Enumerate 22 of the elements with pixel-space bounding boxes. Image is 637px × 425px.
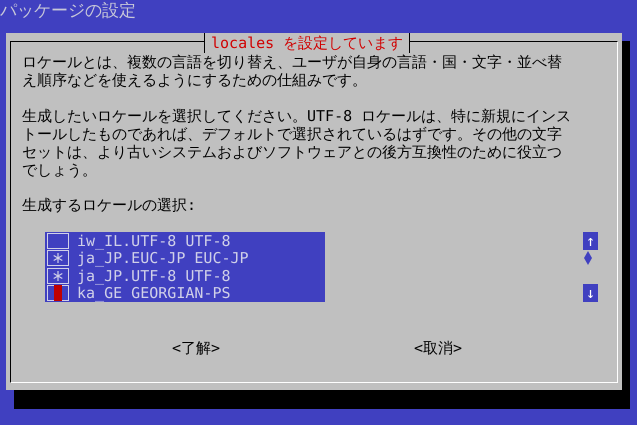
description-paragraph: 生成したいロケールを選択してください。UTF-8 ロケールは、特に新規にインス トールしたものであれば、デフォルトで選択されているはずです。その他の文字 セットは、より古いシステムおよびソフトウェアとの後方互換性のために役立つ でしょう。 [22,107,572,179]
description-paragraph: ロケールとは、複数の言語を切り替え、ユーザが自身の言語・国・文字・並べ替 え順序などを使えるようにするための仕組みです。 [22,53,563,89]
dialog-title: locales を設定しています [204,33,410,53]
checkbox[interactable] [47,250,69,266]
checkbox[interactable] [47,232,69,249]
dialog-button[interactable]: <了解> [172,338,220,358]
checkbox[interactable] [47,285,69,302]
option-label: ka_GE GEORGIAN-PS [77,284,231,304]
checkbox[interactable] [47,268,69,284]
asterisk-icon [53,270,63,281]
locale-option[interactable]: iw_IL.UTF-8 UTF-8 [45,232,325,250]
scroll-thumb-icon[interactable] [583,250,593,266]
locale-option[interactable]: ka_GE GEORGIAN-PS [45,284,325,302]
screen-title: パッケージの設定 [0,1,136,21]
option-label: iw_IL.UTF-8 UTF-8 [77,230,231,252]
dialog-button[interactable]: <取消> [414,338,462,358]
asterisk-icon [53,253,63,264]
option-label: ja_JP.UTF-8 UTF-8 [77,266,231,286]
list-label: 生成するロケールの選択: [22,196,198,214]
locale-option[interactable]: ja_JP.EUC-JP EUC-JP [45,250,325,267]
option-label: ja_JP.EUC-JP EUC-JP [77,249,249,269]
locale-option[interactable]: ja_JP.UTF-8 UTF-8 [45,267,325,284]
